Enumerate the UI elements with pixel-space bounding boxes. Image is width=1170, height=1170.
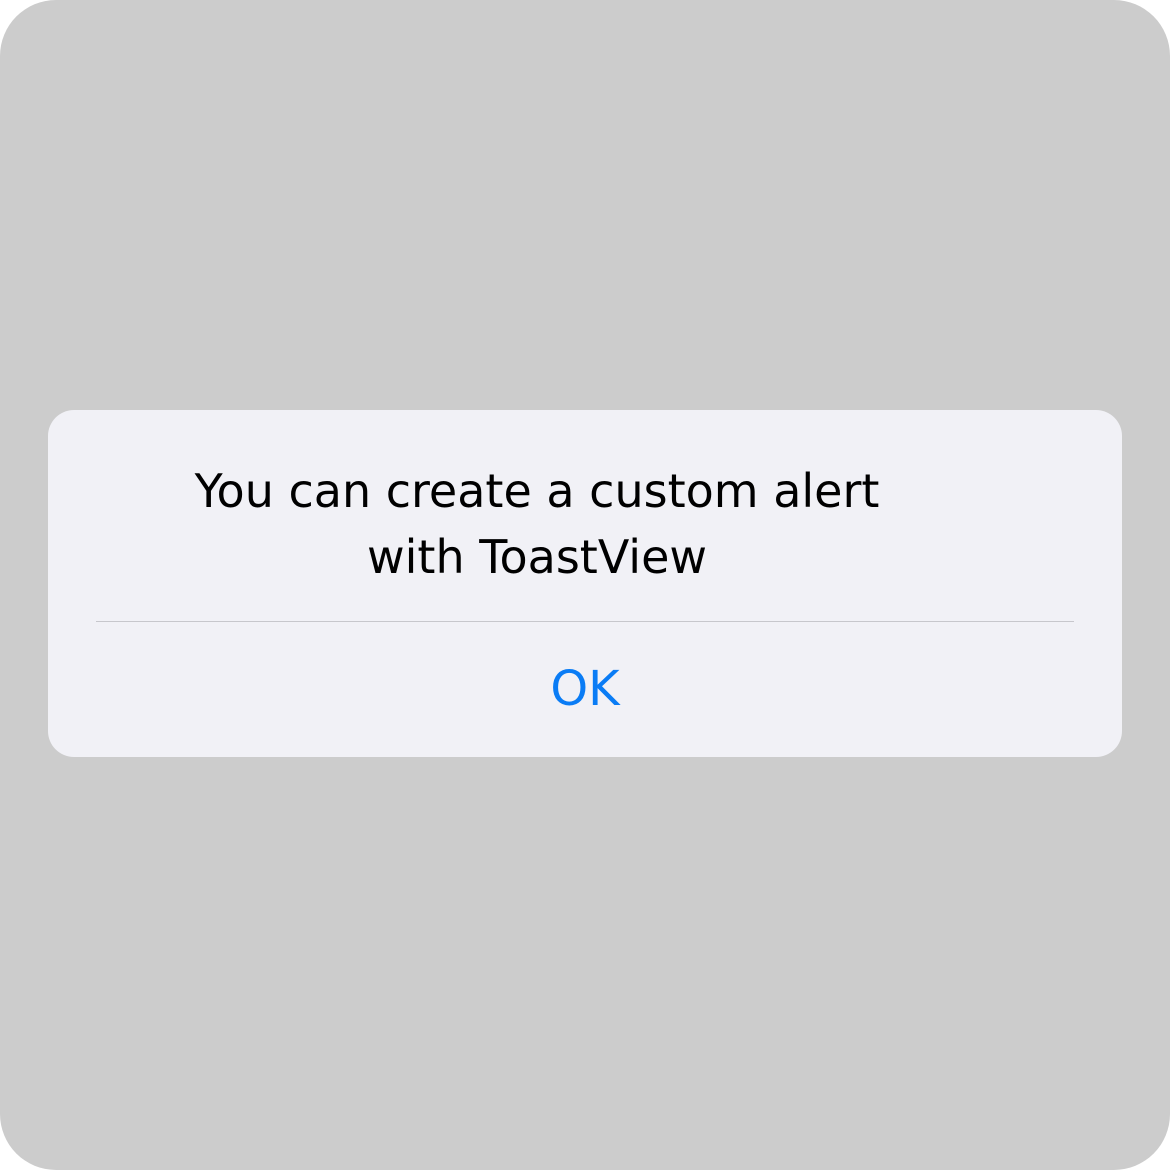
alert-message-line-1: You can create a custom alert <box>194 464 880 518</box>
alert-message: You can create a custom alert with Toast… <box>48 458 1026 590</box>
alert-message-line-2: with ToastView <box>367 530 707 584</box>
ok-button[interactable]: OK <box>96 622 1074 757</box>
dimmed-backdrop: OK You can create a custom alert with To… <box>0 0 1170 1170</box>
